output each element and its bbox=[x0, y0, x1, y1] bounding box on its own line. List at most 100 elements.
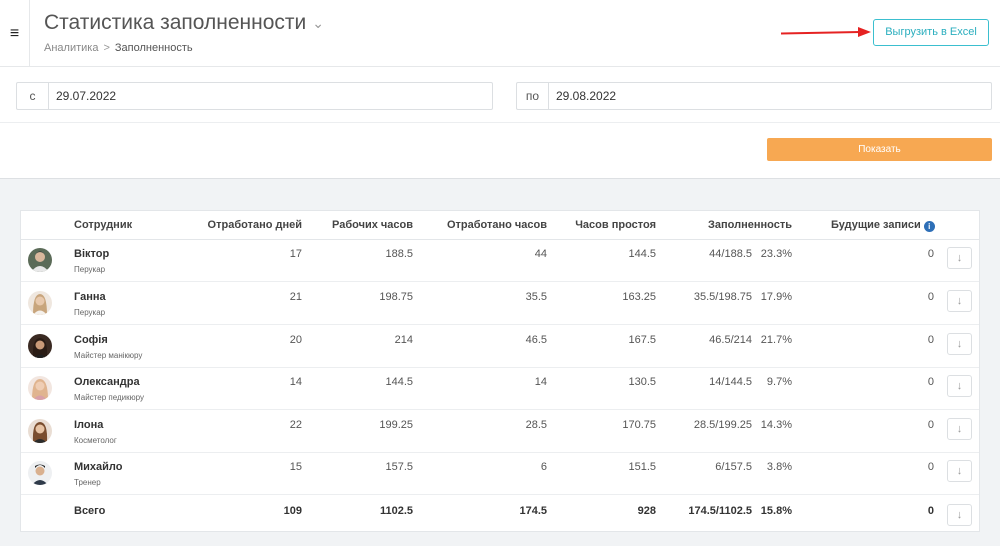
download-button[interactable]: ↓ bbox=[947, 375, 972, 397]
idle-hours-cell: 163.25 bbox=[622, 291, 656, 303]
idle-hours-cell: 170.75 bbox=[622, 419, 656, 431]
hamburger-menu-icon[interactable]: ≡ bbox=[0, 0, 30, 67]
total-label: Всего bbox=[74, 505, 106, 517]
download-total-button[interactable]: ↓ bbox=[947, 504, 972, 526]
date-from-prefix: с bbox=[17, 83, 49, 109]
info-icon[interactable]: i bbox=[923, 221, 935, 232]
date-to-prefix: по bbox=[517, 83, 549, 109]
hours-worked-cell: 46.5 bbox=[525, 334, 547, 346]
employee-role: Майстер педикюру bbox=[74, 393, 144, 402]
idle-hours-cell: 144.5 bbox=[628, 248, 656, 260]
download-button[interactable]: ↓ bbox=[947, 460, 972, 482]
employee-name[interactable]: Софія bbox=[74, 334, 108, 346]
employee-role: Тренер bbox=[74, 478, 101, 487]
arrow-down-icon: ↓ bbox=[956, 295, 963, 307]
occupancy-table: Сотрудник Отработано дней Рабочих часов … bbox=[20, 210, 980, 532]
arrow-down-icon: ↓ bbox=[956, 380, 963, 392]
column-work-hours: Рабочих часов bbox=[332, 219, 413, 231]
employee-role: Перукар bbox=[74, 308, 106, 317]
total-future-bookings: 0 bbox=[927, 505, 934, 517]
arrow-down-icon: ↓ bbox=[956, 252, 963, 264]
avatar bbox=[28, 334, 52, 358]
date-to-value[interactable]: 29.08.2022 bbox=[549, 83, 616, 109]
download-button[interactable]: ↓ bbox=[947, 290, 972, 312]
page-title-text: Статистика заполненности bbox=[44, 11, 307, 34]
filter-panel: с 29.07.2022 по 29.08.2022 Показать bbox=[0, 67, 1000, 179]
table-total-row: Всего 109 1102.5 174.5 928 174.5/1102.5 … bbox=[21, 496, 979, 538]
download-button[interactable]: ↓ bbox=[947, 418, 972, 440]
arrow-down-icon: ↓ bbox=[956, 423, 963, 435]
show-button[interactable]: Показать bbox=[767, 138, 992, 161]
avatar bbox=[28, 291, 52, 315]
employee-name[interactable]: Віктор bbox=[74, 248, 109, 260]
breadcrumb-current: Заполненность bbox=[114, 42, 193, 54]
breadcrumb-separator: > bbox=[103, 42, 110, 54]
export-excel-button[interactable]: Выгрузить в Excel bbox=[873, 19, 989, 46]
work-hours-cell: 144.5 bbox=[385, 376, 413, 388]
work-hours-cell: 157.5 bbox=[385, 461, 413, 473]
occupancy-percent-cell: 17.9% bbox=[760, 291, 792, 303]
table-row: Ганна Перукар 21 198.75 35.5 163.25 35.5… bbox=[21, 283, 979, 325]
occupancy-percent-cell: 9.7% bbox=[766, 376, 792, 388]
filter-divider bbox=[0, 122, 1000, 123]
total-occupancy-percent: 15.8% bbox=[760, 505, 792, 517]
occupancy-percent-cell: 23.3% bbox=[760, 248, 792, 260]
employee-name[interactable]: Михайло bbox=[74, 461, 123, 473]
future-bookings-cell: 0 bbox=[927, 334, 934, 346]
date-from-field[interactable]: с 29.07.2022 bbox=[16, 82, 493, 110]
column-days-worked: Отработано дней bbox=[207, 219, 302, 231]
arrow-down-icon: ↓ bbox=[956, 509, 963, 521]
days-worked-cell: 22 bbox=[289, 419, 302, 431]
arrow-down-icon: ↓ bbox=[956, 465, 963, 477]
date-from-value[interactable]: 29.07.2022 bbox=[49, 83, 116, 109]
column-future-bookings-label: Будущие записи bbox=[831, 219, 921, 231]
date-to-field[interactable]: по 29.08.2022 bbox=[516, 82, 992, 110]
column-occupancy: Заполненность bbox=[708, 219, 792, 231]
employee-role: Перукар bbox=[74, 265, 106, 274]
employee-name[interactable]: Ганна bbox=[74, 291, 106, 303]
occupancy-percent-cell: 3.8% bbox=[766, 461, 792, 473]
avatar bbox=[28, 248, 52, 272]
avatar bbox=[28, 461, 52, 485]
future-bookings-cell: 0 bbox=[927, 248, 934, 260]
hours-worked-cell: 6 bbox=[540, 461, 547, 473]
column-idle-hours: Часов простоя bbox=[575, 219, 656, 231]
column-future-bookings: Будущие записи i bbox=[831, 219, 935, 232]
hours-worked-cell: 14 bbox=[534, 376, 547, 388]
total-idle-hours: 928 bbox=[637, 505, 656, 517]
idle-hours-cell: 167.5 bbox=[628, 334, 656, 346]
employee-name[interactable]: Олександра bbox=[74, 376, 140, 388]
breadcrumb: Аналитика > Заполненность bbox=[44, 42, 193, 54]
days-worked-cell: 17 bbox=[289, 248, 302, 260]
chevron-down-icon[interactable]: ⌄ bbox=[312, 15, 324, 32]
future-bookings-cell: 0 bbox=[927, 419, 934, 431]
table-row: Олександра Майстер педикюру 14 144.5 14 … bbox=[21, 368, 979, 410]
occupancy-ratio-cell: 6/157.5 bbox=[715, 461, 752, 473]
breadcrumb-analytics[interactable]: Аналитика bbox=[44, 42, 98, 54]
occupancy-percent-cell: 14.3% bbox=[760, 419, 792, 431]
employee-role: Косметолог bbox=[74, 436, 117, 445]
future-bookings-cell: 0 bbox=[927, 376, 934, 388]
work-hours-cell: 188.5 bbox=[385, 248, 413, 260]
column-employee: Сотрудник bbox=[74, 219, 133, 231]
avatar bbox=[28, 376, 52, 400]
total-days-worked: 109 bbox=[283, 505, 302, 517]
occupancy-ratio-cell: 28.5/199.25 bbox=[693, 419, 752, 431]
hours-worked-cell: 44 bbox=[534, 248, 547, 260]
total-occupancy-ratio: 174.5/1102.5 bbox=[688, 505, 752, 517]
download-button[interactable]: ↓ bbox=[947, 333, 972, 355]
future-bookings-cell: 0 bbox=[927, 291, 934, 303]
occupancy-ratio-cell: 46.5/214 bbox=[709, 334, 752, 346]
arrow-down-icon: ↓ bbox=[956, 338, 963, 350]
download-button[interactable]: ↓ bbox=[947, 247, 972, 269]
occupancy-ratio-cell: 35.5/198.75 bbox=[693, 291, 752, 303]
page-title[interactable]: Статистика заполненности ⌄ bbox=[44, 11, 324, 35]
total-hours-worked: 174.5 bbox=[519, 505, 547, 517]
idle-hours-cell: 130.5 bbox=[628, 376, 656, 388]
days-worked-cell: 14 bbox=[289, 376, 302, 388]
employee-name[interactable]: Ілона bbox=[74, 419, 103, 431]
table-header: Сотрудник Отработано дней Рабочих часов … bbox=[21, 211, 979, 240]
days-worked-cell: 20 bbox=[289, 334, 302, 346]
table-row: Софія Майстер манікюру 20 214 46.5 167.5… bbox=[21, 326, 979, 368]
future-bookings-cell: 0 bbox=[927, 461, 934, 473]
